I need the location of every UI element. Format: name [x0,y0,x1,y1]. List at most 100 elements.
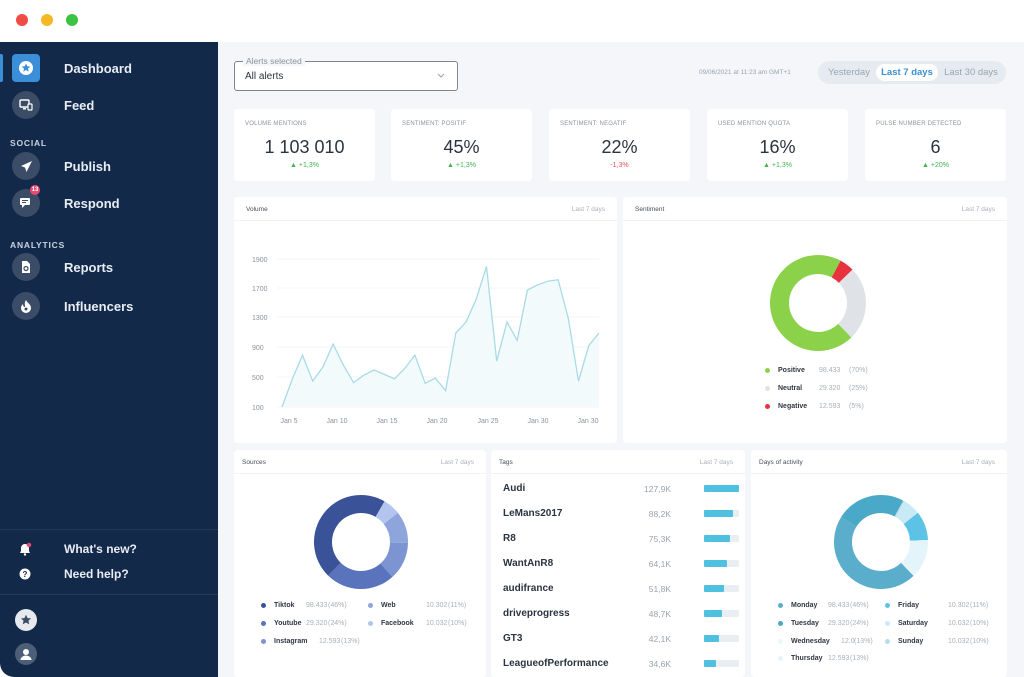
days-donut-chart [834,495,928,589]
legend-value: 12.593 [319,638,341,645]
legend-dot [261,639,266,644]
sentiment-donut-chart [770,254,866,351]
legend-dot [765,368,770,373]
title-bar [0,0,1024,42]
sources-card: Sources Last 7 days Tiktok 98.433 (46%) You… [234,450,486,677]
monitor-icon [12,91,40,119]
maximize-window-button[interactable] [66,14,78,26]
whats-new-label: What's new? [64,542,137,556]
x-tick-label: Jan 25 [477,418,498,425]
sidebar-item-feed[interactable]: Feed [0,88,218,122]
tag-bar-fill [704,510,734,517]
legend-name: Wednesday [791,638,830,645]
legend-value: 10.302 [426,602,448,609]
card-header: Tags Last 7 days [491,450,745,474]
tag-bar-track [704,635,739,642]
legend-percent: (10%) [448,620,467,627]
legend-item: Monday 98.433 (46%) [778,602,869,609]
sidebar-item-dashboard[interactable]: Dashboard [0,51,218,85]
card-title: Sentiment [635,206,665,213]
legend-percent: (24%) [328,620,347,627]
legend-value: 98.433 [306,602,328,609]
donut-slice-tuesday [841,495,904,527]
legend-value: 29.320 [306,620,328,627]
tag-bar-fill [704,485,739,492]
notification-badge: 13 [30,185,40,195]
legend-dot [778,656,783,661]
legend-name: Positive [778,367,805,374]
donut-slice-neutral [838,269,866,338]
alerts-select[interactable]: Alerts selected All alerts [234,56,458,91]
legend-item: Negative 12.593 (5%) [765,403,864,410]
card-header: Days of activity Last 7 days [751,450,1007,474]
tag-name: audifrance [503,583,554,594]
legend-item: Web 10.302 (11%) [368,602,466,609]
card-range: Last 7 days [440,459,474,466]
legend-item: Sunday 10.032 (10%) [885,638,989,645]
legend-name: Thursday [791,655,823,662]
tag-bar-fill [704,660,716,667]
legend-item: Instagram 12.593 (13%) [261,638,360,645]
tag-row[interactable]: GT3 42,1K [503,630,739,650]
date-range-toggle: Yesterday Last 7 days Last 30 days [818,61,1006,84]
y-tick-label: 900 [252,345,264,352]
legend-value: 10.302 [948,602,970,609]
tag-row[interactable]: WantAnR8 64,1K [503,555,739,575]
tag-name: WantAnR8 [503,558,554,569]
close-window-button[interactable] [16,14,28,26]
user-avatar-icon[interactable] [15,643,37,665]
card-header: Volume Last 7 days [234,197,617,221]
sidebar-item-respond[interactable]: 13 Respond [0,185,218,220]
legend-dot [261,603,266,608]
paper-plane-icon [12,152,40,180]
y-tick-label: 1700 [252,286,268,293]
volume-card: Volume Last 7 days 100 500 900 1300 1700 1900… [234,197,617,443]
sidebar-item-publish[interactable]: Publish [0,149,218,183]
sidebar-item-influencers[interactable]: Influencers [0,289,218,323]
legend-name: Facebook [381,620,414,627]
tag-row[interactable]: audifrance 51,8K [503,580,739,600]
range-last-30-days-button[interactable]: Last 30 days [939,64,1003,81]
tag-row[interactable]: Audi 127,9K [503,480,739,500]
sidebar-item-reports[interactable]: Reports [0,250,218,284]
legend-percent: (11%) [448,602,467,609]
kpi-label: SENTIMENT: NEGATIF [560,121,627,127]
minimize-window-button[interactable] [41,14,53,26]
main-content: Alerts selected All alerts 09/06/2021 at… [218,42,1024,677]
tag-row[interactable]: LeagueofPerformance 34,6K [503,655,739,675]
star-icon[interactable] [15,609,37,631]
range-yesterday-button[interactable]: Yesterday [821,64,877,81]
card-range: Last 7 days [961,206,995,213]
legend-percent: (70%) [849,367,868,374]
star-icon [12,54,40,82]
kpi-delta: ▲ +1,3% [290,162,319,169]
kpi-value: 6 [930,137,941,157]
legend-percent: (10%) [970,620,989,627]
legend-percent: (13%) [850,655,869,662]
legend-value: 12.593 [819,403,841,410]
legend-dot [765,386,770,391]
card-range: Last 7 days [961,459,995,466]
legend-item: Youtube 29.320 (24%) [261,620,347,627]
tag-name: Audi [503,483,526,494]
tag-row[interactable]: driveprogress 48,7K [503,605,739,625]
flame-icon [12,292,40,320]
legend-name: Tuesday [791,620,819,627]
sidebar-item-label: Publish [64,158,111,174]
need-help-link[interactable]: ? Need help? [0,557,218,591]
tag-count: 42,1K [648,634,671,644]
legend-dot [368,603,373,608]
legend-dot [765,404,770,409]
card-header: Sources Last 7 days [234,450,486,474]
kpi-delta: ▲ +1,3% [763,162,792,169]
legend-value: 10.032 [426,620,448,627]
range-last-7-days-button[interactable]: Last 7 days [876,64,938,81]
y-tick-label: 100 [252,405,264,412]
kpi-card: PULSE NUMBER DETECTED 6 ▲ +20% [865,109,1006,181]
legend-value: 29.320 [828,620,850,627]
tags-card: Tags Last 7 days Audi 127,9K LeMans2017 88,… [491,450,745,677]
x-tick-label: Jan 5 [280,418,297,425]
tag-row[interactable]: R8 75,3K [503,530,739,550]
x-tick-label: Jan 30 [577,418,598,425]
tag-row[interactable]: LeMans2017 88,2K [503,505,739,525]
